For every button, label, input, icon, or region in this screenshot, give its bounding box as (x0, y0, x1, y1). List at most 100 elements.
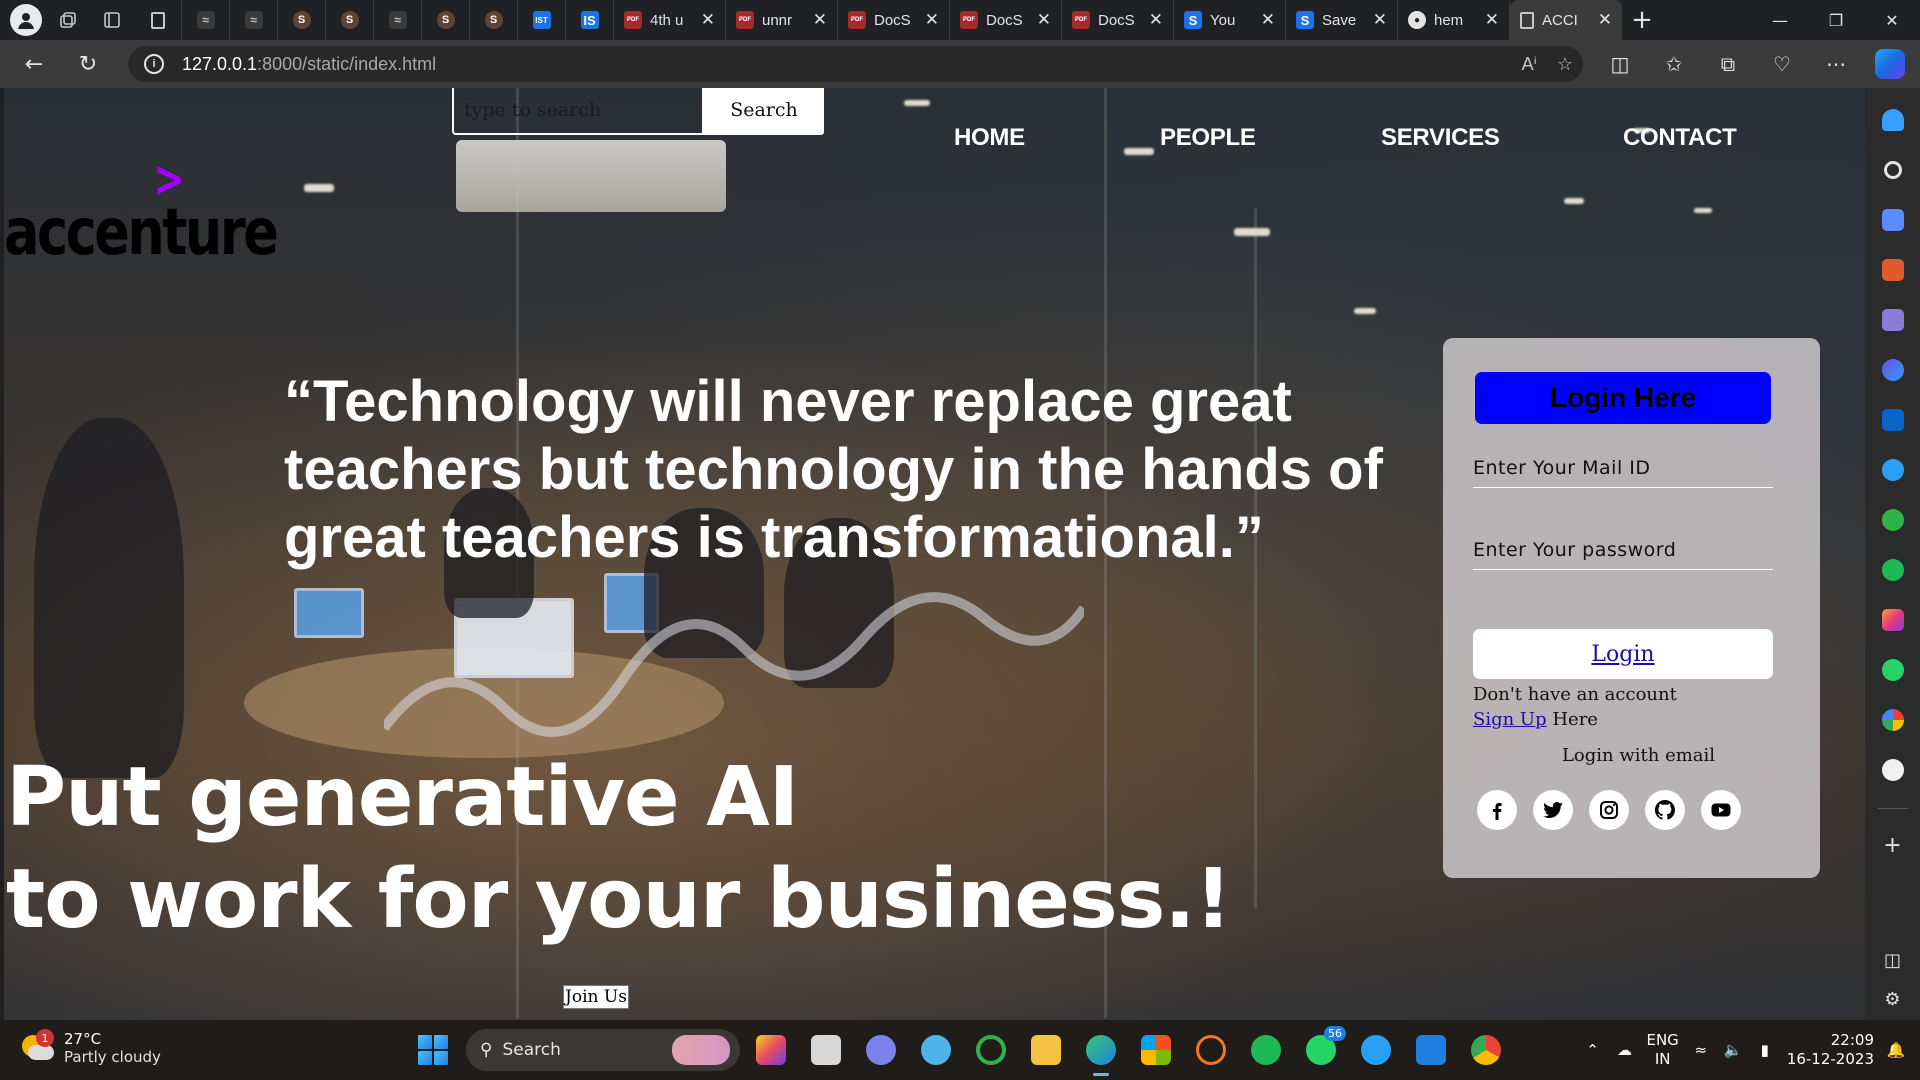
reload-button[interactable]: ↻ (68, 44, 108, 84)
instagram-icon[interactable] (1589, 790, 1629, 830)
vscode-icon[interactable] (1412, 1028, 1450, 1072)
email-field[interactable] (1473, 448, 1773, 488)
close-tab-icon[interactable]: ✕ (1261, 10, 1275, 30)
close-tab-icon[interactable]: ✕ (1149, 10, 1163, 30)
taskbar-search[interactable]: ⚲ Search (466, 1029, 740, 1071)
twitter-icon[interactable] (1533, 790, 1573, 830)
password-field[interactable] (1473, 530, 1773, 570)
github-icon[interactable] (1645, 790, 1685, 830)
browser-tab[interactable]: PDF 4th u ✕ (614, 0, 726, 40)
search-input[interactable] (452, 88, 704, 135)
split-screen-icon[interactable]: ◫ (1598, 44, 1642, 84)
battery-icon[interactable]: ▮ (1755, 1040, 1775, 1060)
close-tab-icon[interactable]: ✕ (701, 10, 715, 30)
refresh-app-icon[interactable] (972, 1028, 1010, 1072)
favorites-icon[interactable]: ✩ (1652, 44, 1696, 84)
browser-tab[interactable]: ≈ (374, 0, 422, 40)
browser-tab[interactable]: IS (566, 0, 614, 40)
browser-tab[interactable]: ≈ (230, 0, 278, 40)
close-tab-icon[interactable]: ✕ (925, 10, 939, 30)
login-button[interactable]: Login (1473, 629, 1773, 679)
amazon-icon[interactable] (1875, 752, 1911, 788)
browser-tab[interactable]: ≈ (182, 0, 230, 40)
spotify-sidebar-icon[interactable] (1875, 552, 1911, 588)
browser-tab[interactable]: PDF DocS ✕ (1062, 0, 1174, 40)
close-tab-icon[interactable]: ✕ (1037, 10, 1051, 30)
chrome-icon[interactable] (1467, 1028, 1505, 1072)
language-indicator[interactable]: ENG IN (1646, 1031, 1678, 1069)
jupyter-icon[interactable] (1192, 1028, 1230, 1072)
close-tab-icon[interactable]: ✕ (813, 10, 827, 30)
spotify-icon[interactable] (1247, 1028, 1285, 1072)
workspaces-icon[interactable] (50, 4, 86, 36)
telegram-icon[interactable] (1357, 1028, 1395, 1072)
browser-tab[interactable]: ACCI ✕ (1510, 0, 1622, 40)
tab-actions-icon[interactable] (94, 4, 130, 36)
copilot-app-icon[interactable] (752, 1028, 790, 1072)
nav-home-link[interactable]: HOME (954, 124, 1025, 152)
browser-tab[interactable]: PDF DocS ✕ (950, 0, 1062, 40)
notifications-bell-icon[interactable] (1875, 102, 1911, 138)
back-button[interactable]: ← (14, 44, 54, 84)
windows-start-icon[interactable] (418, 1035, 448, 1065)
file-explorer-icon[interactable] (1027, 1028, 1065, 1072)
nav-people-link[interactable]: PEOPLE (1160, 124, 1256, 152)
facebook-icon[interactable] (1477, 790, 1517, 830)
tree-icon[interactable] (1875, 502, 1911, 538)
games-icon[interactable] (1875, 302, 1911, 338)
copilot-sidebar-icon[interactable] (1875, 352, 1911, 388)
browser-tab[interactable] (134, 0, 182, 40)
search-button[interactable]: Search (704, 88, 824, 135)
sidebar-settings-icon[interactable]: ⚙ (1884, 989, 1900, 1010)
browser-tab[interactable]: PDF unnr ✕ (726, 0, 838, 40)
whatsapp-sidebar-icon[interactable] (1875, 652, 1911, 688)
browser-tab[interactable]: ● hem ✕ (1398, 0, 1510, 40)
join-us-button[interactable]: Join Us (563, 985, 629, 1009)
close-tab-icon[interactable]: ✕ (1598, 10, 1612, 30)
nav-services-link[interactable]: SERVICES (1381, 124, 1500, 152)
notification-bell-icon[interactable]: 🔔 (1886, 1040, 1906, 1060)
youtube-icon[interactable] (1701, 790, 1741, 830)
nav-contact-link[interactable]: CONTACT (1623, 124, 1737, 152)
browser-tab[interactable]: S You ✕ (1174, 0, 1286, 40)
chevron-up-icon[interactable]: ⌃ (1582, 1040, 1602, 1060)
whatsapp-icon[interactable]: 56 (1302, 1026, 1346, 1072)
minimize-button[interactable]: — (1752, 0, 1808, 40)
google-icon[interactable] (1875, 702, 1911, 738)
volume-icon[interactable]: 🔈 (1723, 1040, 1743, 1060)
signup-link[interactable]: Sign Up (1473, 709, 1547, 730)
browser-essentials-icon[interactable]: ♡ (1760, 44, 1804, 84)
onedrive-icon[interactable]: ☁ (1614, 1040, 1634, 1060)
browser-tab[interactable]: S Save ✕ (1286, 0, 1398, 40)
edge-browser-icon[interactable] (1082, 1028, 1120, 1076)
add-sidebar-app-icon[interactable]: + (1875, 827, 1911, 863)
clock[interactable]: 22:09 16-12-2023 (1787, 1031, 1874, 1069)
browser-tab[interactable]: S (326, 0, 374, 40)
browser-tab[interactable]: S (470, 0, 518, 40)
telegram-sidebar-icon[interactable] (1875, 452, 1911, 488)
copilot-icon[interactable] (1868, 44, 1912, 84)
outlook-icon[interactable] (1875, 402, 1911, 438)
close-window-button[interactable]: ✕ (1864, 0, 1920, 40)
read-aloud-icon[interactable]: Aⁱ (1522, 54, 1537, 75)
restore-button[interactable]: ❐ (1808, 0, 1864, 40)
close-tab-icon[interactable]: ✕ (1485, 10, 1499, 30)
new-tab-button[interactable]: + (1622, 0, 1662, 40)
accenture-logo[interactable]: > accenture (4, 154, 279, 270)
shopping-tag-icon[interactable] (1875, 202, 1911, 238)
browser-tab[interactable]: S (278, 0, 326, 40)
search-icon[interactable] (1875, 152, 1911, 188)
photos-icon[interactable] (917, 1028, 955, 1072)
close-tab-icon[interactable]: ✕ (1373, 10, 1387, 30)
instagram-sidebar-icon[interactable] (1875, 602, 1911, 638)
browser-tab[interactable]: IST (518, 0, 566, 40)
task-view-icon[interactable] (807, 1028, 845, 1072)
wifi-icon[interactable]: ≈ (1691, 1040, 1711, 1060)
favorite-star-icon[interactable]: ☆ (1557, 54, 1573, 75)
collections-icon[interactable]: ⧉ (1706, 44, 1750, 84)
browser-tab[interactable]: S (422, 0, 470, 40)
browser-tab[interactable]: PDF DocS ✕ (838, 0, 950, 40)
tools-icon[interactable] (1875, 252, 1911, 288)
weather-widget[interactable]: 1 27°C Partly cloudy (22, 1029, 161, 1066)
hide-sidebar-icon[interactable]: ◫ (1884, 950, 1901, 971)
